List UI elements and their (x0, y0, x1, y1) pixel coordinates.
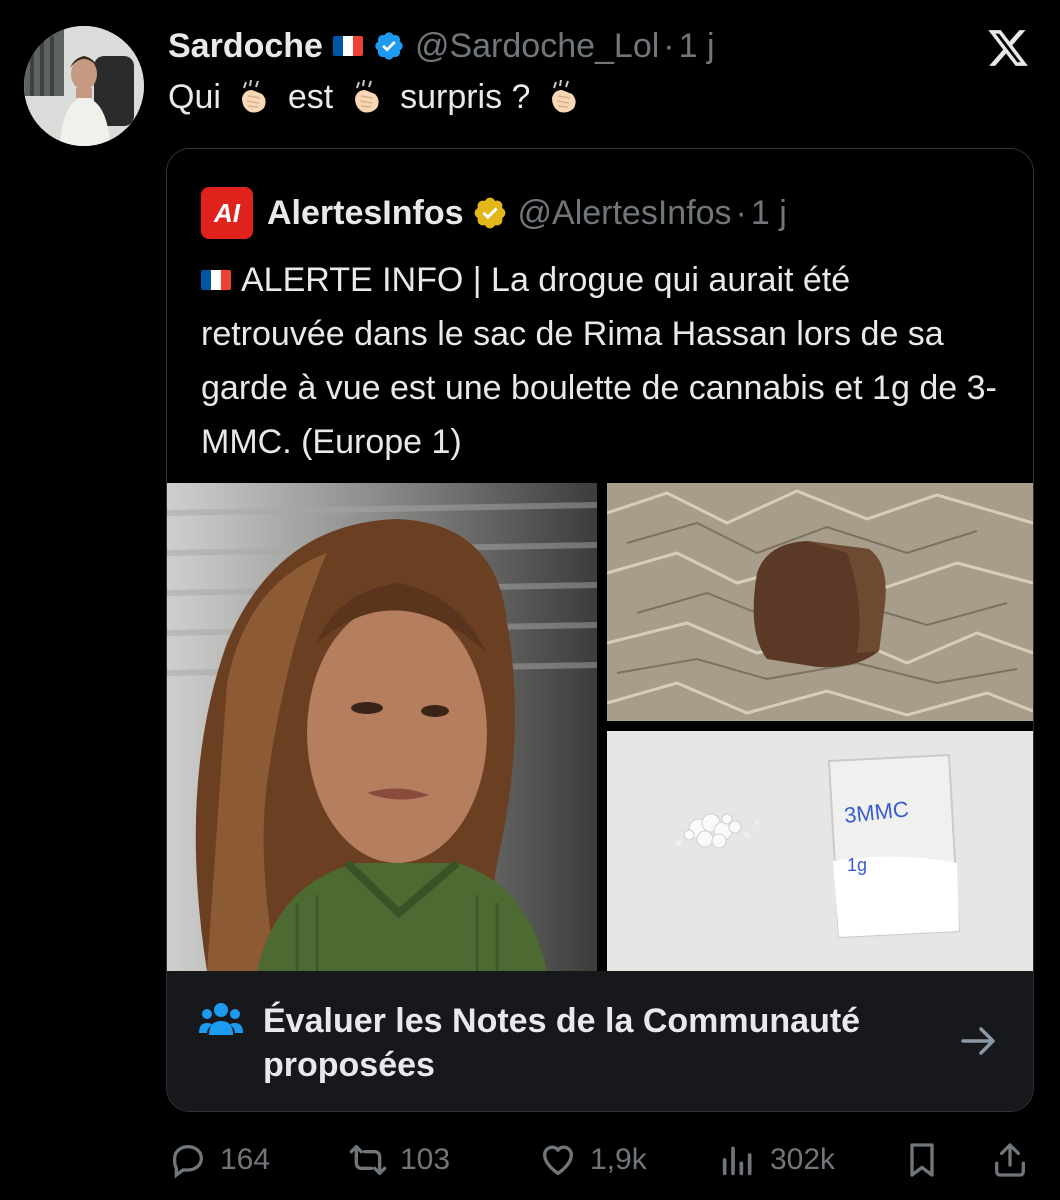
bookmark-icon (910, 1143, 934, 1177)
separator-dot: · (663, 26, 675, 65)
views-chart-icon (722, 1146, 752, 1176)
timestamp[interactable]: 1 j (679, 27, 715, 66)
tweet-text: Qui est surpris ? (168, 76, 588, 117)
like-button[interactable]: 1,9k (538, 1132, 647, 1188)
separator-dot: · (735, 193, 747, 232)
clapping-hands-emoji (242, 79, 266, 113)
french-flag-icon (201, 270, 231, 290)
portrait-photo[interactable] (167, 483, 597, 971)
powder-bag-photo[interactable]: 3MMC 1g (607, 731, 1033, 971)
quote-author-name[interactable]: AlertesInfos (267, 194, 464, 233)
tweet-header: Sardoche @Sardoche_Lol · 1 j (168, 22, 715, 70)
heart-icon (543, 1145, 573, 1176)
reply-icon (173, 1144, 204, 1179)
quote-body: ALERTE INFO | La drogue qui aurait été r… (201, 261, 997, 461)
quoted-tweet[interactable]: AI AlertesInfos @AlertesInfos · 1 j ALER… (166, 148, 1034, 1112)
community-notes-label: Évaluer les Notes de la Communauté propo… (263, 999, 860, 1087)
reply-count: 164 (220, 1143, 271, 1176)
verified-badge-icon (375, 32, 403, 60)
media-grid: 3MMC 1g (167, 483, 1033, 971)
cannabis-on-foil-photo[interactable] (607, 483, 1033, 721)
powder-bag-label-2: 1g (847, 855, 867, 875)
repost-icon (349, 1145, 387, 1175)
community-notes-line-1: Évaluer les Notes de la Communauté (263, 1002, 861, 1040)
author-handle[interactable]: @Sardoche_Lol (415, 27, 659, 66)
quote-author-handle[interactable]: @AlertesInfos (518, 194, 732, 233)
bookmark-button[interactable] (902, 1132, 954, 1188)
action-bar: 164 103 1,9k 302k (168, 1132, 1038, 1188)
clapping-hands-emoji (551, 79, 576, 113)
logo-text: AI (213, 198, 241, 228)
community-notes-line-2: proposées (263, 1046, 435, 1084)
avatar[interactable] (24, 26, 144, 146)
x-logo-icon[interactable] (986, 26, 1030, 70)
clapping-hands-emoji (354, 79, 379, 113)
like-count: 1,9k (590, 1143, 647, 1176)
quote-timestamp[interactable]: 1 j (751, 194, 787, 233)
tweet-word-1: Qui (168, 78, 221, 116)
tweet-word-3: surpris ? (400, 78, 531, 116)
ai-logo-mark: AI (213, 198, 241, 228)
views-count: 302k (770, 1143, 836, 1176)
alertesinfos-logo[interactable]: AI (201, 187, 253, 239)
verified-gold-badge-icon (474, 197, 505, 229)
repost-count: 103 (400, 1143, 451, 1176)
community-people-icon (199, 1003, 243, 1035)
reply-button[interactable]: 164 (168, 1132, 270, 1188)
tweet-word-2: est (287, 78, 334, 116)
share-icon (995, 1143, 1025, 1177)
french-flag-icon (332, 36, 363, 56)
community-notes-bar[interactable]: Évaluer les Notes de la Communauté propo… (167, 971, 1033, 1111)
arrow-right-icon (961, 1027, 995, 1055)
repost-button[interactable]: 103 (348, 1132, 450, 1188)
share-button[interactable] (990, 1132, 1042, 1188)
quote-text: ALERTE INFO | La drogue qui aurait été r… (201, 253, 1001, 469)
quote-header: AI AlertesInfos @AlertesInfos · 1 j (201, 187, 787, 239)
views-button[interactable]: 302k (718, 1132, 835, 1188)
author-name[interactable]: Sardoche (168, 27, 323, 66)
